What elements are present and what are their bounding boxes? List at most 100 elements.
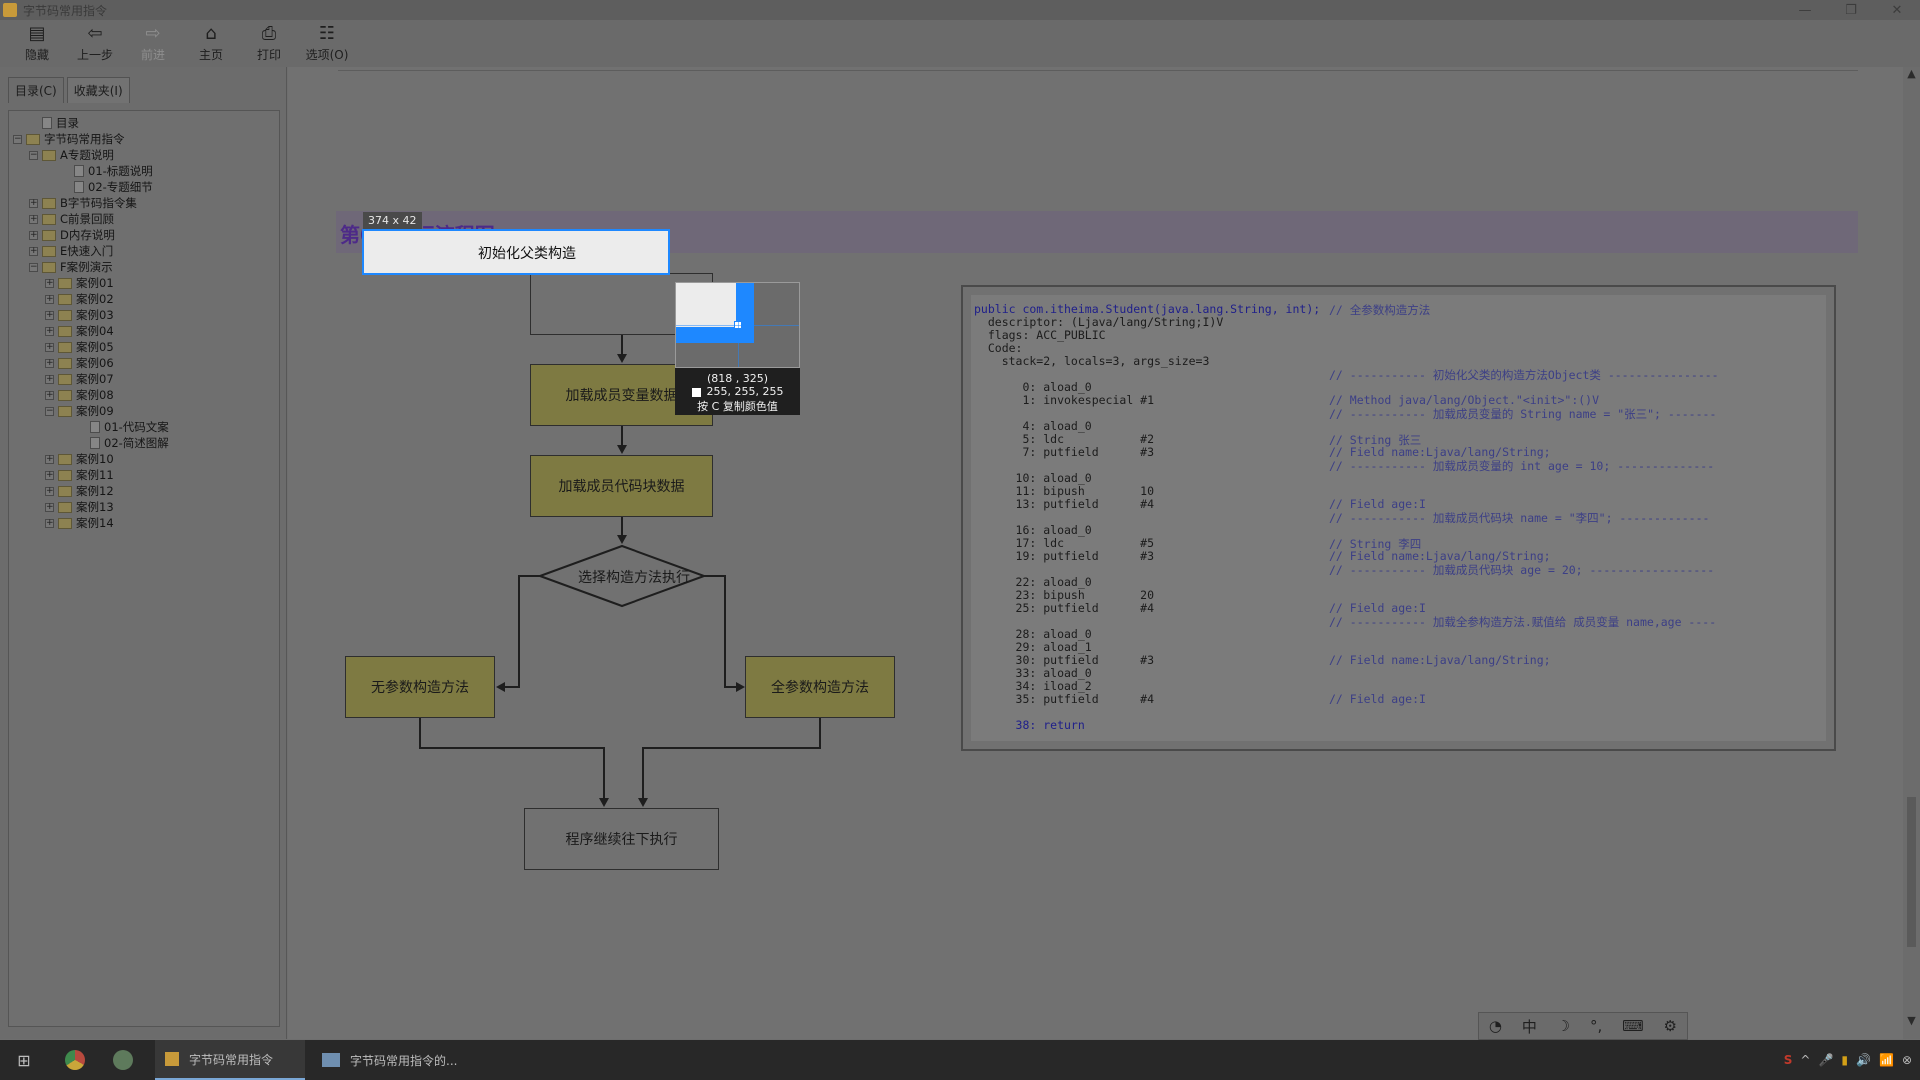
expand-icon[interactable]: +	[45, 502, 54, 512]
start-button-icon[interactable]: ⊞	[10, 1040, 38, 1080]
expand-icon[interactable]: +	[45, 358, 54, 368]
expand-icon[interactable]: +	[45, 390, 54, 400]
home-icon: ⌂	[205, 23, 217, 44]
expand-icon[interactable]: +	[45, 294, 54, 304]
collapse-icon[interactable]: −	[29, 150, 38, 160]
ime-logo-icon[interactable]: ◔	[1489, 1017, 1502, 1035]
folder-icon	[58, 485, 72, 497]
tree-item[interactable]: + 案例08	[9, 387, 279, 403]
expand-icon[interactable]: +	[29, 214, 38, 224]
code-line: 38: return	[974, 718, 1085, 732]
ime-punctuation-icon[interactable]: °,	[1590, 1017, 1602, 1035]
scroll-up-arrow-icon[interactable]: ▲	[1903, 67, 1920, 80]
tree-item[interactable]: + 案例13	[9, 499, 279, 515]
expand-icon[interactable]: +	[45, 518, 54, 528]
collapse-icon[interactable]: −	[13, 134, 22, 144]
tree-item[interactable]: + 案例14	[9, 515, 279, 531]
network-icon[interactable]: 📶	[1879, 1053, 1894, 1067]
tree-item[interactable]: + 案例04	[9, 323, 279, 339]
tab-favorites[interactable]: 收藏夹(I)	[66, 77, 130, 103]
tree-item[interactable]: − 字节码常用指令	[9, 131, 279, 147]
tree-item[interactable]: + C前景回顾	[9, 211, 279, 227]
expand-icon[interactable]: +	[45, 342, 54, 352]
forward-label: 前进	[140, 48, 165, 62]
hide-button[interactable]: ▤ 隐藏	[8, 20, 66, 67]
tree-item[interactable]: 目录	[9, 115, 279, 131]
contents-tree: 目录 − 字节码常用指令 − A专题说明 01-标题说明 02-专题细节 + B字节码指令集 + C…	[8, 110, 280, 1027]
collapse-icon[interactable]: −	[45, 406, 54, 416]
sogou-ime-icon[interactable]: S	[1784, 1053, 1793, 1067]
expand-icon[interactable]: +	[29, 230, 38, 240]
tree-item-label: 案例06	[76, 356, 114, 370]
scroll-thumb[interactable]	[1907, 797, 1916, 947]
tree-item-label: 案例13	[76, 500, 114, 514]
tree-item[interactable]: − F案例演示	[9, 259, 279, 275]
tree-item[interactable]: + 案例03	[9, 307, 279, 323]
tree-item-label: F案例演示	[60, 260, 113, 274]
cursor-coordinates: (818 , 325)	[706, 372, 769, 385]
tray-app-icon[interactable]: ▮	[1841, 1053, 1848, 1067]
tree-item[interactable]: + 案例02	[9, 291, 279, 307]
tree-item[interactable]: + 案例06	[9, 355, 279, 371]
code-line: public com.itheima.Student(java.lang.Str…	[974, 302, 1321, 316]
expand-icon[interactable]: +	[29, 198, 38, 208]
print-button[interactable]: ⎙ 打印	[240, 20, 298, 67]
expand-icon[interactable]: +	[45, 454, 54, 464]
tree-item[interactable]: + B字节码指令集	[9, 195, 279, 211]
microphone-icon[interactable]: 🎤	[1818, 1053, 1833, 1067]
tree-item[interactable]: + 案例01	[9, 275, 279, 291]
notification-icon[interactable]: ⊗	[1902, 1053, 1912, 1067]
taskbar-item-help[interactable]: 字节码常用指令	[155, 1040, 305, 1080]
tree-item[interactable]: 02-专题细节	[9, 179, 279, 195]
expand-icon[interactable]: +	[29, 246, 38, 256]
taskbar-item-image[interactable]: 字节码常用指令的...	[316, 1040, 471, 1080]
collapse-icon[interactable]: −	[29, 262, 38, 272]
expand-icon[interactable]: +	[45, 470, 54, 480]
back-button[interactable]: ⇦ 上一步	[66, 20, 124, 67]
tree-item[interactable]: + 案例10	[9, 451, 279, 467]
code-line: 25: putfield #4	[974, 601, 1155, 615]
ime-settings-icon[interactable]: ⚙	[1664, 1017, 1677, 1035]
expand-icon[interactable]: +	[45, 310, 54, 320]
tree-item[interactable]: + E快速入门	[9, 243, 279, 259]
tree-item[interactable]: + 案例12	[9, 483, 279, 499]
restore-button[interactable]: ❐	[1828, 0, 1874, 20]
ime-halfwidth-icon[interactable]: ☽	[1557, 1017, 1570, 1035]
tree-item[interactable]: 02-简述图解	[9, 435, 279, 451]
options-button[interactable]: ☷ 选项(O)	[298, 20, 356, 67]
vertical-scrollbar[interactable]: ▲ ▼	[1903, 67, 1920, 1039]
forward-button[interactable]: ⇨ 前进	[124, 20, 182, 67]
code-line: 23: bipush 20	[974, 588, 1155, 602]
tree-item[interactable]: + D内存说明	[9, 227, 279, 243]
tree-item[interactable]: + 案例07	[9, 371, 279, 387]
code-comment: // Field age:I	[1329, 692, 1426, 706]
taskbar-item-label: 字节码常用指令	[189, 1052, 274, 1067]
minimize-button[interactable]: —	[1782, 0, 1828, 20]
chrome-taskbar-icon[interactable]	[60, 1040, 90, 1080]
tree-item[interactable]: − 案例09	[9, 403, 279, 419]
tree-item[interactable]: + 案例11	[9, 467, 279, 483]
home-button[interactable]: ⌂ 主页	[182, 20, 240, 67]
ime-keyboard-icon[interactable]: ⌨	[1622, 1017, 1644, 1035]
expand-icon[interactable]: +	[45, 326, 54, 336]
color-swatch	[691, 387, 701, 397]
scroll-down-arrow-icon[interactable]: ▼	[1903, 1014, 1920, 1027]
folder-icon	[42, 149, 56, 161]
volume-icon[interactable]: 🔊	[1856, 1053, 1871, 1067]
screenshot-selection-box[interactable]: 初始化父类构造	[362, 229, 670, 275]
tree-item[interactable]: − A专题说明	[9, 147, 279, 163]
expand-icon[interactable]: +	[45, 278, 54, 288]
tray-expand-icon[interactable]: ^	[1800, 1053, 1810, 1067]
arrow-right	[736, 682, 745, 692]
expand-icon[interactable]: +	[45, 486, 54, 496]
tree-item[interactable]: 01-标题说明	[9, 163, 279, 179]
app-taskbar-icon[interactable]	[108, 1040, 138, 1080]
tab-contents[interactable]: 目录(C)	[8, 77, 64, 103]
selected-box-label: 初始化父类构造	[478, 246, 576, 262]
close-button[interactable]: ✕	[1874, 0, 1920, 20]
tree-item[interactable]: + 案例05	[9, 339, 279, 355]
expand-icon[interactable]: +	[45, 374, 54, 384]
tree-item[interactable]: 01-代码文案	[9, 419, 279, 435]
ime-chinese-mode[interactable]: 中	[1522, 1016, 1537, 1037]
